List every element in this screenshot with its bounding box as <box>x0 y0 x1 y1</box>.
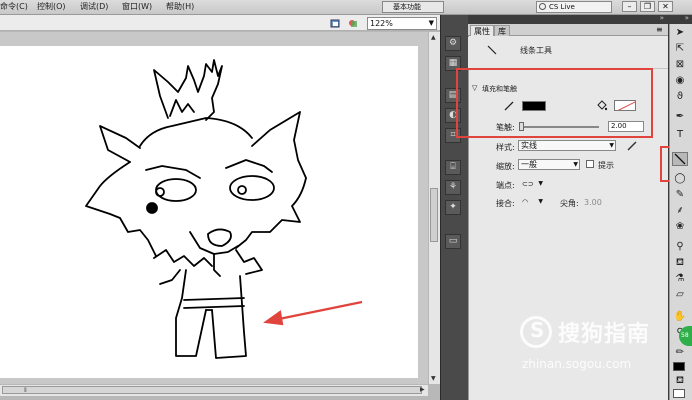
panel-menu-icon[interactable]: ≡ <box>656 25 663 34</box>
scroll-grip-icon: ⦀ <box>24 387 27 394</box>
vertical-scroll-thumb[interactable] <box>430 188 438 242</box>
cap-round-icon: ⊂⊃ <box>522 180 534 188</box>
tab-library-label: 库 <box>498 27 506 36</box>
scroll-up-icon[interactable]: ▲ <box>431 34 436 41</box>
zoom-value: 122% <box>370 19 393 28</box>
code-snippets-icon[interactable]: ⌸ <box>445 160 461 175</box>
edit-scene-icon[interactable] <box>347 18 358 29</box>
edit-stroke-style-icon[interactable] <box>626 140 638 152</box>
deco-tool-icon[interactable]: ❀ <box>672 220 688 234</box>
line-tool-button[interactable] <box>672 152 688 166</box>
restore-button[interactable]: ❐ <box>640 1 655 12</box>
menu-commands[interactable]: 命令(C) <box>0 1 28 12</box>
cap-label: 端点: <box>496 181 515 190</box>
minimize-button[interactable]: – <box>622 1 637 12</box>
style-label: 样式: <box>496 143 515 152</box>
stroke-color-tool-icon[interactable]: ✏ <box>672 346 688 360</box>
scroll-right-icon[interactable]: ▶ <box>420 386 425 393</box>
join-dropdown[interactable]: ◠ ▼ <box>520 197 544 208</box>
badge-text: 58 <box>681 332 689 339</box>
close-button[interactable]: ✕ <box>658 1 673 12</box>
tool-name-row <box>468 37 668 69</box>
sogou-logo-icon: S <box>520 316 552 348</box>
style-value: 实线 <box>521 141 537 150</box>
tool-name: 线条工具 <box>520 46 552 55</box>
edit-symbols-icon[interactable] <box>330 18 341 29</box>
selection-tool-icon[interactable]: ➤ <box>672 26 688 40</box>
logo-letter: S <box>530 318 545 342</box>
menu-control[interactable]: 控制(O) <box>37 1 66 12</box>
scroll-down-icon[interactable]: ▼ <box>431 375 436 382</box>
line-tool-icon <box>674 153 686 165</box>
pencil-tool-icon[interactable]: ✎ <box>672 188 688 202</box>
tools-header-bar: » <box>669 14 692 24</box>
chevron-down-icon: ▼ <box>609 142 614 149</box>
style-dropdown[interactable]: 实线 ▼ <box>518 140 616 151</box>
join-round-icon: ◠ <box>522 198 529 206</box>
menu-debug[interactable]: 调试(D) <box>80 1 108 12</box>
workspace-label: 基本功能 <box>393 3 421 11</box>
chevron-down-icon: ▼ <box>428 19 434 27</box>
hint-label: 提示 <box>598 161 614 170</box>
line-tool-icon <box>487 45 497 55</box>
join-label: 接合: <box>496 199 515 208</box>
flash-workspace: 命令(C) 控制(O) 调试(D) 窗口(W) 帮助(H) 基本功能 CS Li… <box>0 0 692 400</box>
miter-label: 尖角: <box>560 199 579 208</box>
menu-window[interactable]: 窗口(W) <box>122 1 152 12</box>
bone-tool-icon[interactable]: ⚲ <box>672 240 688 254</box>
components-panel-icon[interactable]: ⚘ <box>445 180 461 195</box>
zoom-dropdown[interactable]: 122% ▼ <box>367 17 437 30</box>
color-panel-icon[interactable]: ⚙ <box>445 36 461 51</box>
subselection-tool-icon[interactable]: ⇱ <box>672 42 688 56</box>
horizontal-scroll-thumb[interactable] <box>2 386 422 394</box>
scale-label: 缩放: <box>496 162 515 171</box>
side-badge[interactable]: 58 <box>679 326 692 346</box>
oval-tool-icon[interactable]: ◯ <box>672 172 688 186</box>
cs-live-label: CS Live <box>549 3 575 11</box>
brush-tool-icon[interactable]: ⸙ <box>672 204 688 218</box>
menu-help[interactable]: 帮助(H) <box>166 1 194 12</box>
free-transform-tool-icon[interactable]: ⊠ <box>672 58 688 72</box>
wolf-drawing[interactable] <box>0 46 418 378</box>
pen-tool-icon[interactable]: ✒ <box>672 110 688 124</box>
tab-library[interactable]: 库 <box>494 25 510 36</box>
chevron-down-icon: ▼ <box>538 180 543 187</box>
lasso-tool-icon[interactable]: ϑ <box>672 90 688 104</box>
watermark-url: zhinan.sogou.com <box>522 357 632 371</box>
text-tool-icon[interactable]: T <box>672 128 688 142</box>
history-panel-icon[interactable]: ▭ <box>445 234 461 249</box>
fill-color-chip[interactable] <box>673 389 685 398</box>
search-icon <box>539 3 546 10</box>
stroke-color-chip[interactable] <box>673 362 685 371</box>
paint-bucket-tool-icon[interactable]: ⛾ <box>672 256 688 270</box>
scale-value: 一般 <box>521 160 537 169</box>
tab-properties[interactable]: 属性 <box>470 25 494 36</box>
scale-dropdown[interactable]: 一般 ▼ <box>518 159 580 170</box>
panel-header-bar: » <box>468 14 668 24</box>
collapse-panel-icon[interactable]: » <box>660 14 664 22</box>
eyedropper-tool-icon[interactable]: ⚗ <box>672 272 688 286</box>
watermark-text: 搜狗指南 <box>558 322 651 347</box>
collapse-tools-icon[interactable]: » <box>685 14 689 22</box>
hand-tool-icon[interactable]: ✋ <box>672 310 688 324</box>
tab-properties-label: 属性 <box>474 27 490 36</box>
chevron-down-icon: ▼ <box>538 198 543 205</box>
menu-bar: 命令(C) 控制(O) 调试(D) 窗口(W) 帮助(H) 基本功能 CS Li… <box>0 0 692 15</box>
cs-live-search[interactable]: CS Live <box>536 1 612 13</box>
annotation-box-fill-stroke <box>456 68 653 138</box>
chevron-down-icon: ▼ <box>573 161 578 168</box>
workspace-switcher[interactable]: 基本功能 <box>382 1 444 13</box>
eraser-tool-icon[interactable]: ▱ <box>672 288 688 302</box>
3d-rotation-tool-icon[interactable]: ◉ <box>672 74 688 88</box>
motion-presets-icon[interactable]: ✦ <box>445 200 461 215</box>
hint-checkbox[interactable] <box>586 160 594 168</box>
fill-color-tool-icon[interactable]: ⛾ <box>672 374 688 388</box>
miter-value[interactable]: 3.00 <box>584 198 602 207</box>
cap-dropdown[interactable]: ⊂⊃ ▼ <box>520 179 544 190</box>
